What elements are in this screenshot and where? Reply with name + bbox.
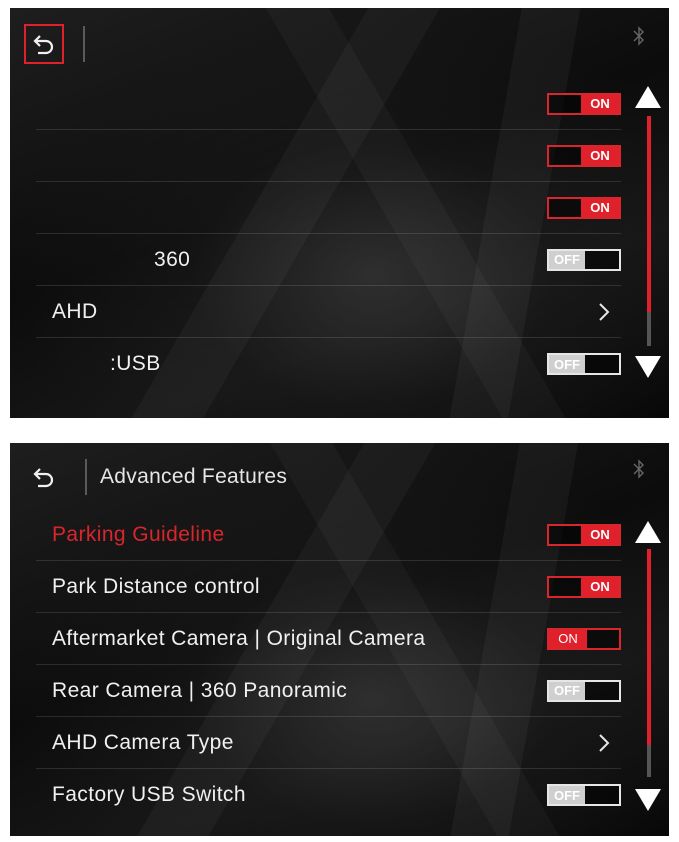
settings-list: ON ON ON 360 OFF AHD :USB OFF bbox=[36, 78, 621, 390]
settings-row-rear-camera[interactable]: 360 OFF bbox=[36, 234, 621, 286]
scroll-up-button[interactable] bbox=[633, 84, 663, 110]
scroll-down-button[interactable] bbox=[633, 354, 663, 380]
bluetooth-icon bbox=[633, 459, 644, 479]
back-button[interactable] bbox=[24, 24, 64, 64]
triangle-down-icon bbox=[635, 356, 661, 378]
row-label: 360 bbox=[154, 247, 191, 271]
toggle-switch-on[interactable]: ON bbox=[547, 144, 621, 167]
row-label: Parking Guideline bbox=[52, 522, 225, 546]
scroll-down-button[interactable] bbox=[633, 787, 663, 813]
settings-row-ahd-camera-type[interactable]: AHD Camera Type bbox=[36, 717, 621, 769]
toggle-switch-off[interactable]: OFF bbox=[547, 784, 621, 806]
settings-list: Parking Guideline ON Park Distance contr… bbox=[36, 509, 621, 821]
chevron-right-icon bbox=[599, 733, 610, 752]
toggle-on-indicator: ON bbox=[549, 629, 587, 648]
settings-row-rear-camera[interactable]: Rear Camera | 360 Panoramic OFF bbox=[36, 665, 621, 717]
settings-screen-top: ON ON ON 360 OFF AHD :USB OFF bbox=[10, 8, 669, 418]
row-label: Park Distance control bbox=[52, 574, 260, 598]
settings-row-1[interactable]: ON bbox=[36, 78, 621, 130]
row-label: Aftermarket Camera | Original Camera bbox=[52, 626, 426, 650]
toggle-switch-on[interactable]: ON bbox=[547, 627, 621, 650]
row-label: :USB bbox=[110, 352, 161, 375]
toggle-on-indicator: ON bbox=[581, 525, 619, 544]
toggle-off-indicator: OFF bbox=[549, 250, 585, 269]
toggle-on-indicator: ON bbox=[581, 94, 619, 113]
toggle-on-indicator: ON bbox=[581, 577, 619, 596]
header-divider bbox=[83, 26, 85, 62]
toggle-switch-on[interactable]: ON bbox=[547, 196, 621, 219]
triangle-up-icon bbox=[635, 86, 661, 108]
settings-row-camera-source[interactable]: Aftermarket Camera | Original Camera ON bbox=[36, 613, 621, 665]
settings-row-factory-usb[interactable]: Factory USB Switch OFF bbox=[36, 769, 621, 821]
toggle-switch-off[interactable]: OFF bbox=[547, 679, 621, 702]
settings-row-park-distance[interactable]: Park Distance control ON bbox=[36, 561, 621, 613]
row-label: Factory USB Switch bbox=[52, 783, 246, 806]
scrollbar-track[interactable] bbox=[647, 549, 651, 777]
toggle-switch-on[interactable]: ON bbox=[547, 92, 621, 115]
toggle-off-indicator: OFF bbox=[549, 786, 585, 804]
toggle-switch-off[interactable]: OFF bbox=[547, 248, 621, 271]
settings-screen-bottom: Advanced Features Parking Guideline ON P… bbox=[10, 443, 669, 836]
toggle-on-indicator: ON bbox=[581, 198, 619, 217]
back-arrow-icon bbox=[33, 35, 54, 55]
triangle-up-icon bbox=[635, 521, 661, 543]
settings-row-ahd[interactable]: AHD bbox=[36, 286, 621, 338]
back-arrow-icon bbox=[33, 468, 54, 488]
scrollbar-thumb[interactable] bbox=[647, 116, 651, 312]
back-button[interactable] bbox=[24, 457, 64, 497]
header-divider bbox=[85, 459, 87, 495]
scrollbar-thumb[interactable] bbox=[647, 549, 651, 745]
scroll-up-button[interactable] bbox=[633, 519, 663, 545]
toggle-switch-on[interactable]: ON bbox=[547, 523, 621, 546]
toggle-switch-off[interactable]: OFF bbox=[547, 353, 621, 375]
row-label: AHD bbox=[52, 299, 98, 323]
settings-row-usb[interactable]: :USB OFF bbox=[36, 338, 621, 390]
page-title: Advanced Features bbox=[100, 465, 288, 488]
triangle-down-icon bbox=[635, 789, 661, 811]
settings-row-3[interactable]: ON bbox=[36, 182, 621, 234]
bluetooth-icon bbox=[633, 26, 644, 46]
row-label: Rear Camera | 360 Panoramic bbox=[52, 678, 348, 702]
chevron-right-icon bbox=[599, 302, 610, 321]
scrollbar-track[interactable] bbox=[647, 116, 651, 346]
settings-row-parking-guideline[interactable]: Parking Guideline ON bbox=[36, 509, 621, 561]
toggle-off-indicator: OFF bbox=[549, 681, 585, 700]
toggle-on-indicator: ON bbox=[581, 146, 619, 165]
toggle-switch-on[interactable]: ON bbox=[547, 575, 621, 598]
settings-row-2[interactable]: ON bbox=[36, 130, 621, 182]
toggle-off-indicator: OFF bbox=[549, 355, 585, 373]
row-label: AHD Camera Type bbox=[52, 730, 234, 754]
